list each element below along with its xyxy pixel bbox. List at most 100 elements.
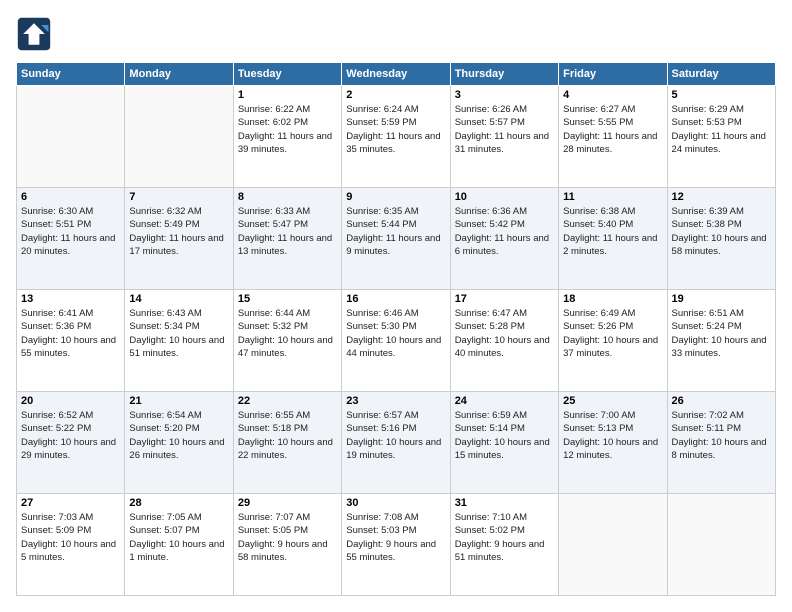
day-cell-22: 22 Sunrise: 6:55 AMSunset: 5:18 PMDayligh…	[233, 392, 341, 494]
day-cell-7: 7 Sunrise: 6:32 AMSunset: 5:49 PMDaylight…	[125, 188, 233, 290]
day-cell-6: 6Sunrise: 6:30 AMSunset: 5:51 PMDaylight…	[17, 188, 125, 290]
day-detail: Sunrise: 6:29 AMSunset: 5:53 PMDaylight:…	[672, 103, 771, 156]
day-number: 31	[455, 497, 554, 509]
day-detail: Sunrise: 6:27 AMSunset: 5:55 PMDaylight:…	[563, 103, 662, 156]
calendar-header-friday: Friday	[559, 63, 667, 86]
day-cell-28: 28Sunrise: 7:05 AMSunset: 5:07 PMDayligh…	[125, 494, 233, 596]
calendar-header-wednesday: Wednesday	[342, 63, 450, 86]
day-number: 12	[672, 191, 771, 203]
day-cell-3: 3 Sunrise: 6:26 AMSunset: 5:57 PMDaylight…	[450, 86, 558, 188]
day-cell-13: 13 Sunrise: 6:41 AMSunset: 5:36 PMDayligh…	[17, 290, 125, 392]
day-detail: Sunrise: 6:49 AMSunset: 5:26 PMDaylight:…	[563, 307, 662, 360]
day-detail: Sunrise: 6:35 AMSunset: 5:44 PMDaylight:…	[346, 205, 445, 258]
day-detail: Sunrise: 6:41 AMSunset: 5:36 PMDaylight:…	[21, 307, 120, 360]
day-detail: Sunrise: 6:33 AMSunset: 5:47 PMDaylight:…	[238, 205, 337, 258]
empty-cell	[559, 494, 667, 596]
calendar-table: SundayMondayTuesdayWednesdayThursdayFrid…	[16, 62, 776, 596]
day-cell-5: 5 Sunrise: 6:29 AMSunset: 5:53 PMDaylight…	[667, 86, 775, 188]
day-number: 11	[563, 191, 662, 203]
day-number: 24	[455, 395, 554, 407]
day-detail: Sunrise: 7:00 AMSunset: 5:13 PMDaylight:…	[563, 409, 662, 462]
day-cell-9: 9 Sunrise: 6:35 AMSunset: 5:44 PMDaylight…	[342, 188, 450, 290]
day-cell-16: 16 Sunrise: 6:46 AMSunset: 5:30 PMDayligh…	[342, 290, 450, 392]
day-number: 7	[129, 191, 228, 203]
day-detail: Sunrise: 6:46 AMSunset: 5:30 PMDaylight:…	[346, 307, 445, 360]
day-number: 29	[238, 497, 337, 509]
day-cell-26: 26 Sunrise: 7:02 AMSunset: 5:11 PMDayligh…	[667, 392, 775, 494]
calendar-header-tuesday: Tuesday	[233, 63, 341, 86]
day-cell-10: 10 Sunrise: 6:36 AMSunset: 5:42 PMDayligh…	[450, 188, 558, 290]
day-cell-19: 19Sunrise: 6:51 AMSunset: 5:24 PMDayligh…	[667, 290, 775, 392]
day-cell-15: 15 Sunrise: 6:44 AMSunset: 5:32 PMDayligh…	[233, 290, 341, 392]
day-number: 14	[129, 293, 228, 305]
page: SundayMondayTuesdayWednesdayThursdayFrid…	[0, 0, 792, 612]
day-cell-14: 14 Sunrise: 6:43 AMSunset: 5:34 PMDayligh…	[125, 290, 233, 392]
day-detail: Sunrise: 6:24 AMSunset: 5:59 PMDaylight:…	[346, 103, 445, 156]
day-number: 3	[455, 89, 554, 101]
day-cell-2: 2 Sunrise: 6:24 AMSunset: 5:59 PMDaylight…	[342, 86, 450, 188]
day-detail: Sunrise: 7:05 AMSunset: 5:07 PMDaylight:…	[129, 511, 228, 564]
day-detail: Sunrise: 6:38 AMSunset: 5:40 PMDaylight:…	[563, 205, 662, 258]
day-detail: Sunrise: 7:08 AMSunset: 5:03 PMDaylight:…	[346, 511, 445, 564]
day-cell-17: 17Sunrise: 6:47 AMSunset: 5:28 PMDayligh…	[450, 290, 558, 392]
day-cell-1: 1 Sunrise: 6:22 AMSunset: 6:02 PMDaylight…	[233, 86, 341, 188]
empty-cell	[125, 86, 233, 188]
day-cell-8: 8 Sunrise: 6:33 AMSunset: 5:47 PMDaylight…	[233, 188, 341, 290]
calendar-header-thursday: Thursday	[450, 63, 558, 86]
day-cell-12: 12 Sunrise: 6:39 AMSunset: 5:38 PMDayligh…	[667, 188, 775, 290]
day-cell-24: 24 Sunrise: 6:59 AMSunset: 5:14 PMDayligh…	[450, 392, 558, 494]
day-detail: Sunrise: 6:59 AMSunset: 5:14 PMDaylight:…	[455, 409, 554, 462]
day-number: 9	[346, 191, 445, 203]
day-number: 5	[672, 89, 771, 101]
day-detail: Sunrise: 6:44 AMSunset: 5:32 PMDaylight:…	[238, 307, 337, 360]
day-detail: Sunrise: 6:26 AMSunset: 5:57 PMDaylight:…	[455, 103, 554, 156]
day-number: 13	[21, 293, 120, 305]
day-number: 10	[455, 191, 554, 203]
day-number: 2	[346, 89, 445, 101]
day-cell-29: 29 Sunrise: 7:07 AMSunset: 5:05 PMDayligh…	[233, 494, 341, 596]
day-cell-18: 18 Sunrise: 6:49 AMSunset: 5:26 PMDayligh…	[559, 290, 667, 392]
day-number: 16	[346, 293, 445, 305]
day-cell-27: 27 Sunrise: 7:03 AMSunset: 5:09 PMDayligh…	[17, 494, 125, 596]
day-cell-11: 11 Sunrise: 6:38 AMSunset: 5:40 PMDayligh…	[559, 188, 667, 290]
day-detail: Sunrise: 6:52 AMSunset: 5:22 PMDaylight:…	[21, 409, 120, 462]
day-cell-4: 4 Sunrise: 6:27 AMSunset: 5:55 PMDaylight…	[559, 86, 667, 188]
calendar-header-sunday: Sunday	[17, 63, 125, 86]
day-number: 4	[563, 89, 662, 101]
day-detail: Sunrise: 6:32 AMSunset: 5:49 PMDaylight:…	[129, 205, 228, 258]
day-number: 1	[238, 89, 337, 101]
day-detail: Sunrise: 6:47 AMSunset: 5:28 PMDaylight:…	[455, 307, 554, 360]
day-number: 18	[563, 293, 662, 305]
day-cell-21: 21 Sunrise: 6:54 AMSunset: 5:20 PMDayligh…	[125, 392, 233, 494]
day-detail: Sunrise: 6:55 AMSunset: 5:18 PMDaylight:…	[238, 409, 337, 462]
day-number: 8	[238, 191, 337, 203]
day-detail: Sunrise: 6:36 AMSunset: 5:42 PMDaylight:…	[455, 205, 554, 258]
day-cell-31: 31 Sunrise: 7:10 AMSunset: 5:02 PMDayligh…	[450, 494, 558, 596]
day-detail: Sunrise: 7:02 AMSunset: 5:11 PMDaylight:…	[672, 409, 771, 462]
day-number: 27	[21, 497, 120, 509]
day-detail: Sunrise: 6:43 AMSunset: 5:34 PMDaylight:…	[129, 307, 228, 360]
day-detail: Sunrise: 6:22 AMSunset: 6:02 PMDaylight:…	[238, 103, 337, 156]
day-number: 25	[563, 395, 662, 407]
day-number: 26	[672, 395, 771, 407]
day-number: 6	[21, 191, 120, 203]
day-detail: Sunrise: 7:07 AMSunset: 5:05 PMDaylight:…	[238, 511, 337, 564]
day-detail: Sunrise: 7:10 AMSunset: 5:02 PMDaylight:…	[455, 511, 554, 564]
day-number: 19	[672, 293, 771, 305]
empty-cell	[667, 494, 775, 596]
day-cell-23: 23 Sunrise: 6:57 AMSunset: 5:16 PMDayligh…	[342, 392, 450, 494]
day-detail: Sunrise: 7:03 AMSunset: 5:09 PMDaylight:…	[21, 511, 120, 564]
day-number: 21	[129, 395, 228, 407]
calendar-header-monday: Monday	[125, 63, 233, 86]
empty-cell	[17, 86, 125, 188]
header	[16, 16, 776, 52]
day-detail: Sunrise: 6:54 AMSunset: 5:20 PMDaylight:…	[129, 409, 228, 462]
day-number: 15	[238, 293, 337, 305]
day-number: 23	[346, 395, 445, 407]
day-detail: Sunrise: 6:57 AMSunset: 5:16 PMDaylight:…	[346, 409, 445, 462]
day-cell-25: 25 Sunrise: 7:00 AMSunset: 5:13 PMDayligh…	[559, 392, 667, 494]
day-number: 30	[346, 497, 445, 509]
day-detail: Sunrise: 6:39 AMSunset: 5:38 PMDaylight:…	[672, 205, 771, 258]
day-cell-30: 30 Sunrise: 7:08 AMSunset: 5:03 PMDayligh…	[342, 494, 450, 596]
day-number: 22	[238, 395, 337, 407]
